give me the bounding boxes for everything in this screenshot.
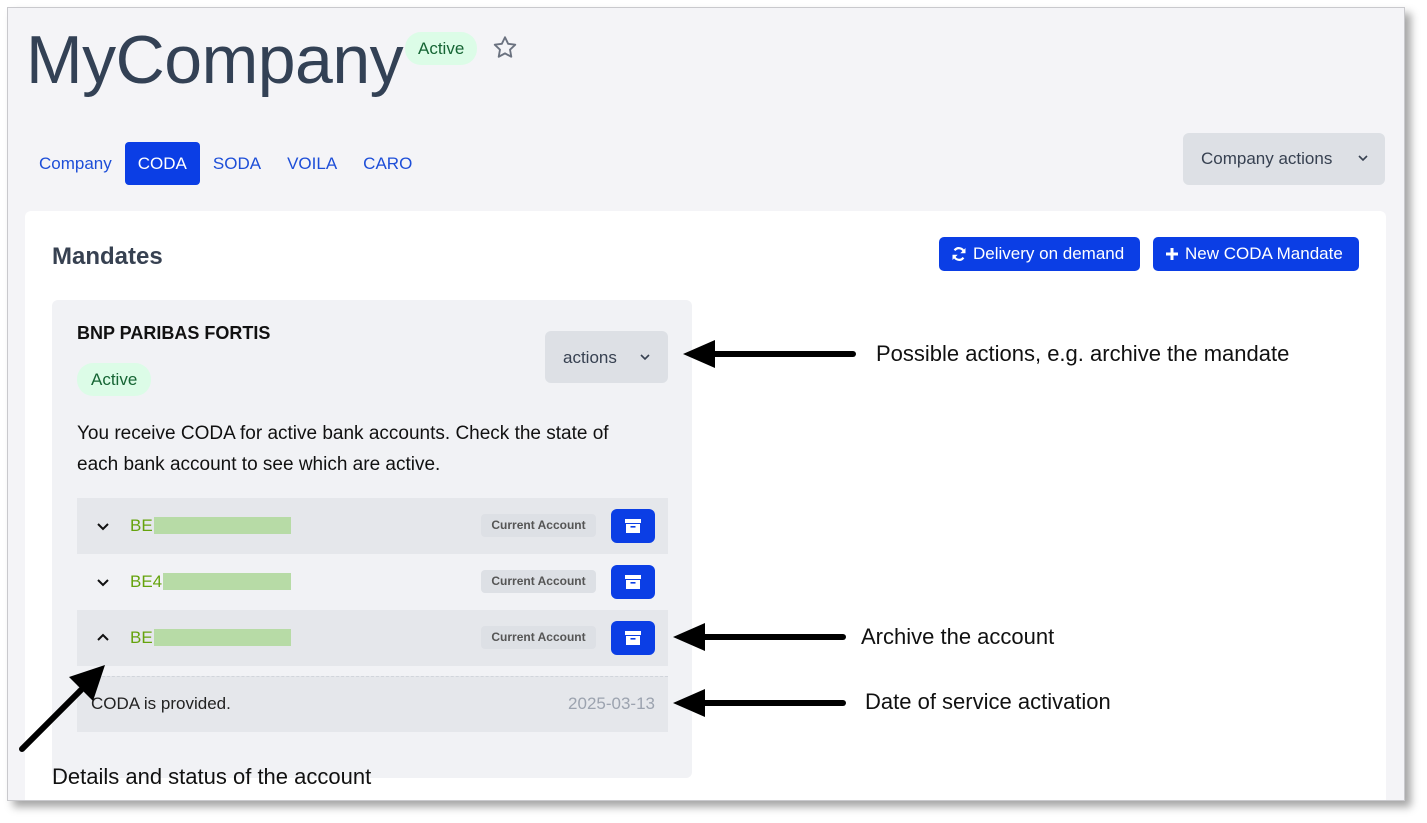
annotation-date: Date of service activation [865,689,1111,714]
account-row[interactable]: BE Current Account [77,498,668,554]
company-actions-button[interactable]: Company actions [1183,133,1385,185]
mandate-status-badge: Active [77,363,152,396]
account-iban: BE [130,516,153,535]
activation-date: 2025-03-13 [568,694,655,713]
mandates-title: Mandates [52,243,163,270]
mandate-description: You receive CODA for active bank account… [77,423,609,475]
plus-icon [1166,248,1178,260]
annotation-actions: Possible actions, e.g. archive the manda… [876,341,1290,366]
account-iban: BE4 [130,572,163,591]
tab-soda[interactable]: SODA [200,142,274,185]
mandate-card: BNP PARIBAS FORTIS Active actions You re… [52,300,692,778]
account-row[interactable]: BE Current Account [77,610,668,666]
tab-voila[interactable]: VOILA [274,142,350,185]
iban-redaction [163,573,291,590]
arrow-left-icon [683,340,856,368]
archive-icon [625,519,641,533]
refresh-icon [952,247,966,261]
iban-redaction [154,517,291,534]
chevron-down-icon[interactable] [97,576,109,588]
archive-account-button[interactable] [611,621,655,655]
mandate-actions-label: actions [563,348,617,367]
account-type-badge: Current Account [481,626,596,649]
mandate-actions-button[interactable]: actions [545,331,668,383]
tab-bar: Company CODA SODA VOILA CARO [26,142,425,185]
arrow-left-icon [673,689,846,717]
archive-account-button[interactable] [611,565,655,599]
tab-caro[interactable]: CARO [350,142,425,185]
archive-icon [625,575,641,589]
archive-icon [625,631,641,645]
chevron-down-icon[interactable] [97,520,109,532]
account-iban: BE [130,628,153,647]
account-type-badge: Current Account [481,514,596,537]
tab-company[interactable]: Company [26,142,125,185]
bank-name: BNP PARIBAS FORTIS [77,323,271,343]
status-badge: Active [405,32,478,65]
delivery-on-demand-button[interactable]: Delivery on demand [939,237,1140,271]
annotation-details: Details and status of the account [52,764,372,789]
iban-redaction [154,629,291,646]
delivery-on-demand-label: Delivery on demand [973,244,1125,263]
chevron-down-icon [640,354,650,361]
chevron-down-icon [1358,155,1368,162]
star-outline-icon[interactable] [491,34,519,62]
new-coda-mandate-button[interactable]: New CODA Mandate [1153,237,1359,271]
annotation-archive: Archive the account [861,624,1055,649]
arrow-left-icon [673,623,846,651]
account-row[interactable]: BE4 Current Account [77,554,668,610]
chevron-up-icon[interactable] [97,632,109,644]
new-coda-mandate-label: New CODA Mandate [1185,244,1343,263]
company-actions-label: Company actions [1201,149,1333,168]
tab-coda[interactable]: CODA [124,142,200,185]
page-title: MyCompany [26,22,404,98]
arrow-up-right-icon [19,665,105,752]
archive-account-button[interactable] [611,509,655,543]
account-type-badge: Current Account [481,570,596,593]
app-window: MyCompany Active Company CODA SODA VOILA… [7,7,1405,801]
account-detail: CODA is provided. 2025-03-13 [77,676,668,732]
